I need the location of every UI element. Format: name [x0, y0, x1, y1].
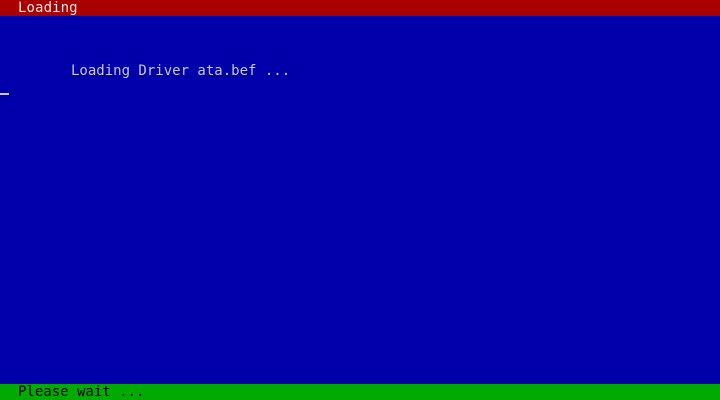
status-bar: Please wait ...: [0, 384, 720, 400]
text-cursor: [0, 93, 9, 95]
loading-driver-message: Loading Driver ata.bef ...: [71, 63, 291, 79]
dos-loading-screen: Loading Loading Driver ata.bef ... Pleas…: [0, 0, 720, 400]
title-text: Loading: [18, 0, 78, 16]
status-text: Please wait ...: [18, 384, 145, 400]
title-bar: Loading: [0, 0, 720, 16]
